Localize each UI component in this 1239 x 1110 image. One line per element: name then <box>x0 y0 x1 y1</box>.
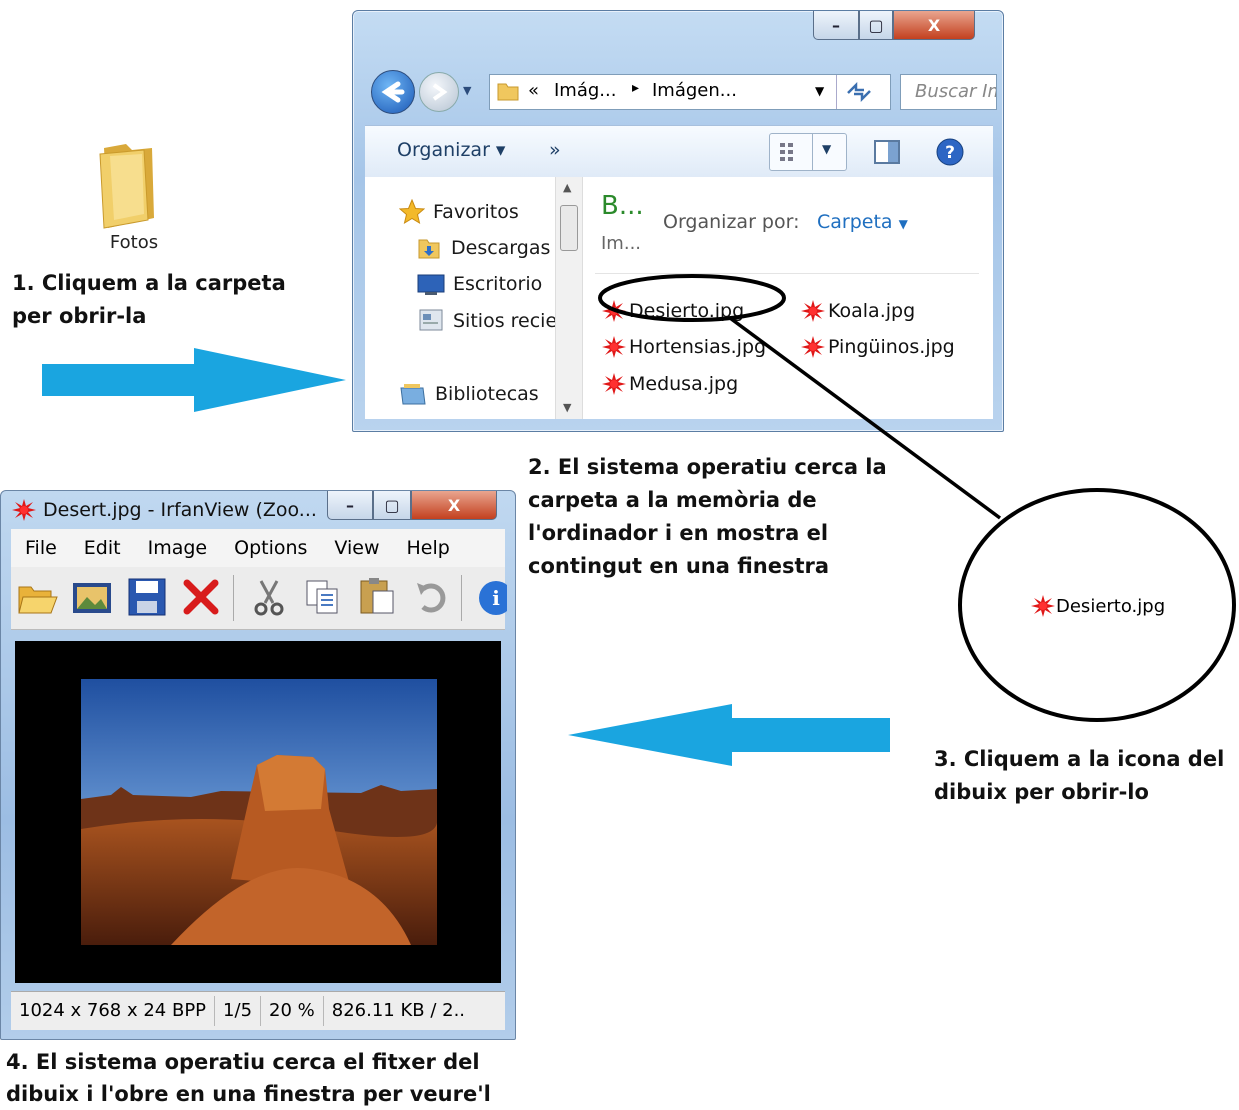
open-folder-icon[interactable] <box>17 579 59 617</box>
caption-step-3: 3. Cliquem a la icona del dibuix per obr… <box>934 743 1224 809</box>
irfanview-title-bar: Desert.jpg - IrfanView (Zoo... <box>11 497 317 523</box>
status-zoom: 20 % <box>261 996 324 1026</box>
caption-line: contingut en una finestra <box>528 554 830 578</box>
paste-icon[interactable] <box>357 575 397 617</box>
caption-line: 2. El sistema operatiu cerca la <box>528 455 887 479</box>
menu-image[interactable]: Image <box>134 537 221 559</box>
zoom-callout: Desierto.jpg <box>958 488 1236 722</box>
save-icon[interactable] <box>127 577 167 617</box>
menu-view[interactable]: View <box>320 537 392 559</box>
copy-icon[interactable] <box>303 577 343 617</box>
cut-icon[interactable] <box>249 577 289 617</box>
file-name: Desierto.jpg <box>1056 595 1166 617</box>
zoomed-file-desierto[interactable]: Desierto.jpg <box>1030 593 1165 619</box>
irfanview-icon <box>12 499 36 521</box>
caption-line: l'ordinador i en mostra el <box>528 521 829 545</box>
menu-options[interactable]: Options <box>220 537 320 559</box>
caption-line: carpeta a la memòria de <box>528 488 817 512</box>
undo-icon[interactable] <box>413 579 449 615</box>
svg-text:i: i <box>492 586 500 610</box>
irfanview-window-controls: – ▢ X <box>327 491 497 521</box>
caption-line: 3. Cliquem a la icona del <box>934 747 1225 771</box>
arrow-left <box>568 704 890 766</box>
caption-line: 4. El sistema operatiu cerca el fitxer d… <box>6 1050 480 1074</box>
caption-line: dibuix i l'obre en una finestra per veur… <box>6 1082 491 1106</box>
toolbar-separator <box>461 575 462 621</box>
window-title: Desert.jpg - IrfanView (Zoo... <box>43 499 317 521</box>
menu-bar: File Edit Image Options View Help <box>11 529 505 568</box>
caption-line: dibuix per obrir-lo <box>934 780 1149 804</box>
desert-photo <box>81 679 437 945</box>
thumbnails-icon[interactable] <box>71 579 113 617</box>
menu-file[interactable]: File <box>11 537 70 559</box>
caption-step-2: 2. El sistema operatiu cerca la carpeta … <box>528 451 887 583</box>
menu-edit[interactable]: Edit <box>70 537 134 559</box>
status-file-index: 1/5 <box>215 996 262 1026</box>
menu-help[interactable]: Help <box>393 537 463 559</box>
status-image-dimensions: 1024 x 768 x 24 BPP <box>11 996 216 1026</box>
delete-icon[interactable] <box>181 577 221 617</box>
image-viewport <box>15 641 501 983</box>
maximize-button[interactable]: ▢ <box>373 491 411 520</box>
caption-step-4: 4. El sistema operatiu cerca el fitxer d… <box>6 1046 491 1110</box>
info-icon[interactable]: i <box>477 579 507 617</box>
toolbar: i <box>11 567 507 630</box>
toolbar-separator <box>233 575 234 621</box>
highlight-ellipse <box>598 274 786 322</box>
status-bar: 1024 x 768 x 24 BPP 1/5 20 % 826.11 KB /… <box>11 991 505 1030</box>
irfanview-window: Desert.jpg - IrfanView (Zoo... – ▢ X Fil… <box>0 490 516 1040</box>
image-file-icon <box>1031 595 1055 617</box>
minimize-button[interactable]: – <box>327 491 373 520</box>
close-button[interactable]: X <box>411 491 497 520</box>
status-file-size: 826.11 KB / 2.. <box>331 1000 466 1021</box>
